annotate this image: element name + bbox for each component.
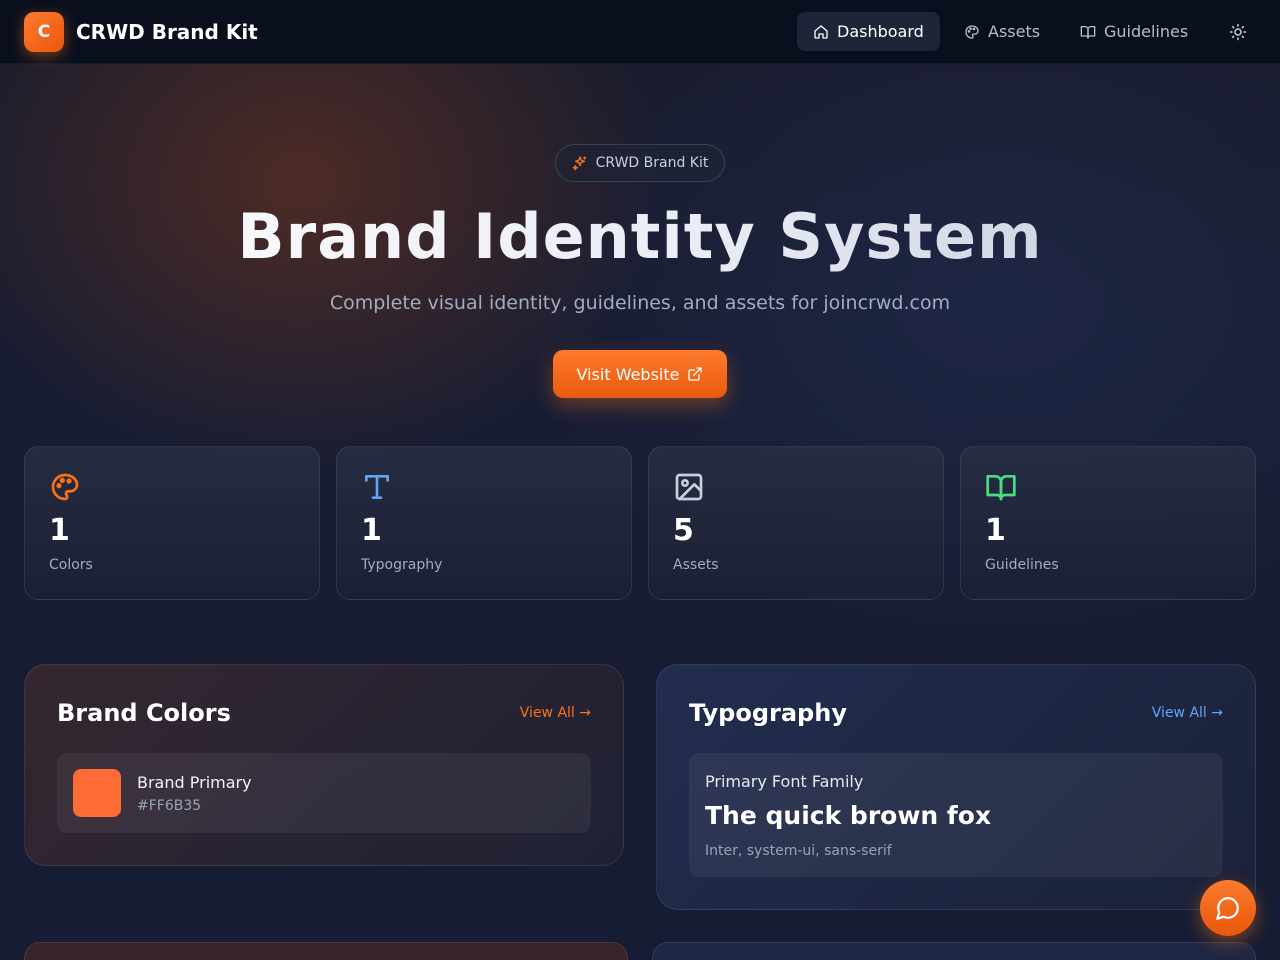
stat-label: Colors — [49, 557, 93, 573]
color-item[interactable]: Brand Primary #FF6B35 — [57, 753, 591, 833]
stat-card-typography[interactable]: 1 Typography — [336, 446, 632, 600]
palette-icon — [51, 473, 79, 501]
nav-guidelines-label: Guidelines — [1104, 22, 1189, 41]
typography-view-all-link[interactable]: View All → — [1152, 705, 1223, 721]
visit-website-label: Visit Website — [576, 364, 680, 384]
home-icon — [814, 24, 828, 39]
external-link-icon — [688, 367, 703, 381]
color-name: Brand Primary — [137, 773, 252, 792]
stat-label: Typography — [361, 557, 443, 573]
stat-card-guidelines[interactable]: 1 Guidelines — [960, 446, 1256, 600]
stat-label: Assets — [673, 557, 719, 573]
image-icon — [675, 473, 703, 501]
nav-assets[interactable]: Assets — [948, 12, 1056, 51]
stat-card-assets[interactable]: 5 Assets — [648, 446, 944, 600]
brand-colors-title: Brand Colors — [57, 699, 231, 727]
logo-letter: C — [37, 22, 51, 42]
top-navbar: C CRWD Brand Kit Dashboard Assets Guidel… — [0, 0, 1280, 64]
font-family-label: Primary Font Family — [705, 772, 864, 791]
hero-badge-label: CRWD Brand Kit — [595, 155, 709, 171]
section-card-partial — [652, 942, 1256, 960]
book-icon — [1080, 25, 1096, 39]
hero-title: Brand Identity System — [0, 200, 1280, 273]
type-icon — [365, 475, 389, 499]
stat-value: 1 — [49, 513, 70, 548]
visit-website-button[interactable]: Visit Website — [553, 350, 727, 398]
app-logo[interactable]: C — [24, 12, 64, 52]
app-name[interactable]: CRWD Brand Kit — [76, 20, 258, 44]
stat-card-colors[interactable]: 1 Colors — [24, 446, 320, 600]
message-circle-icon — [1216, 897, 1239, 920]
palette-icon — [965, 24, 979, 39]
color-swatch — [73, 769, 121, 817]
nav-dashboard-label: Dashboard — [837, 22, 924, 41]
sun-icon — [1229, 23, 1247, 41]
theme-toggle-button[interactable] — [1222, 16, 1254, 48]
typography-title: Typography — [689, 699, 847, 727]
nav-dashboard[interactable]: Dashboard — [797, 12, 940, 51]
stat-value: 5 — [673, 513, 694, 548]
stat-value: 1 — [985, 513, 1006, 548]
hero-badge: CRWD Brand Kit — [555, 144, 725, 182]
brand-colors-view-all-link[interactable]: View All → — [520, 705, 591, 721]
hero-subtitle: Complete visual identity, guidelines, an… — [329, 292, 951, 314]
typography-panel: Typography View All → Primary Font Famil… — [656, 664, 1256, 910]
chat-button[interactable] — [1200, 880, 1256, 936]
font-sample: The quick brown fox — [705, 801, 992, 830]
font-stack: Inter, system-ui, sans-serif — [705, 843, 892, 859]
section-card-partial — [24, 942, 628, 960]
sparkles-icon — [572, 156, 586, 171]
stat-value: 1 — [361, 513, 382, 548]
brand-colors-panel: Brand Colors View All → Brand Primary #F… — [24, 664, 624, 866]
nav-assets-label: Assets — [988, 22, 1041, 41]
book-open-icon — [986, 475, 1016, 501]
font-item[interactable]: Primary Font Family The quick brown fox … — [689, 753, 1223, 877]
stat-label: Guidelines — [985, 557, 1059, 573]
color-hex: #FF6B35 — [137, 798, 202, 814]
nav-guidelines[interactable]: Guidelines — [1064, 12, 1204, 51]
